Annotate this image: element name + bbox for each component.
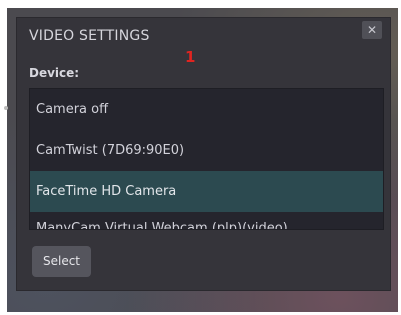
device-item-manycam[interactable]: ManyCam Virtual Webcam (plp)(video)	[30, 212, 383, 229]
close-button[interactable]: ✕	[362, 21, 382, 39]
video-settings-dialog: VIDEO SETTINGS ✕ 1 Device: Camera off Ca…	[16, 17, 391, 291]
dialog-title: VIDEO SETTINGS	[29, 28, 150, 44]
device-item-camera-off[interactable]: Camera off	[30, 89, 383, 130]
background-dot	[4, 106, 8, 110]
device-item-facetime[interactable]: FaceTime HD Camera	[30, 171, 383, 212]
device-label: Device:	[29, 66, 80, 80]
close-icon: ✕	[366, 23, 378, 37]
annotation-marker: 1	[185, 48, 196, 66]
select-button[interactable]: Select	[32, 246, 91, 277]
device-item-camtwist[interactable]: CamTwist (7D69:90E0)	[30, 130, 383, 171]
device-list[interactable]: Camera off CamTwist (7D69:90E0) FaceTime…	[29, 88, 384, 230]
